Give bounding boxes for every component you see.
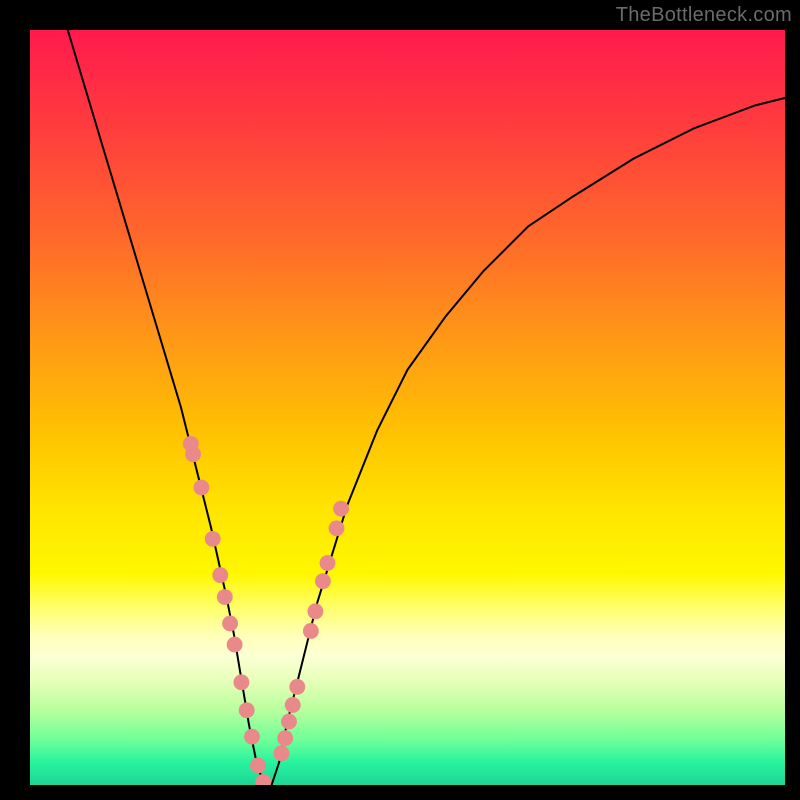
bottleneck-curve bbox=[68, 30, 785, 785]
plot-area bbox=[30, 30, 785, 785]
left-cluster-dots bbox=[183, 436, 271, 785]
watermark-text: TheBottleneck.com bbox=[616, 4, 792, 27]
right-cluster-dots bbox=[273, 501, 349, 761]
chart-svg bbox=[30, 30, 785, 785]
chart-frame: TheBottleneck.com bbox=[0, 0, 800, 800]
